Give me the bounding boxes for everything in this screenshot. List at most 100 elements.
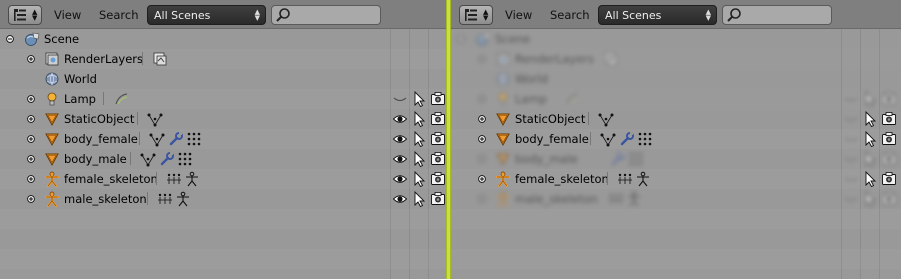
selectability-icon[interactable] [862,131,878,147]
wrench-icon[interactable] [168,131,184,147]
selectability-icon[interactable] [862,171,878,187]
search-input[interactable] [271,5,381,25]
expand-icon[interactable] [478,155,486,163]
visibility-icon[interactable] [392,131,408,147]
renderlayer-icon[interactable] [603,51,619,67]
vertex-groups-icon[interactable] [628,151,644,167]
mesh-data-icon[interactable] [149,131,165,147]
collapse-icon[interactable] [457,35,465,43]
selectability-icon[interactable] [411,111,427,127]
tree-row-male-skeleton[interactable]: male_skeleton [0,189,446,209]
pose-icon[interactable] [166,171,182,187]
expand-icon[interactable] [478,95,486,103]
expand-icon[interactable] [478,175,486,183]
wrench-icon[interactable] [619,131,635,147]
expand-icon[interactable] [27,55,35,63]
tree-row-renderlayers[interactable]: RenderLayers [451,49,901,69]
expand-icon[interactable] [27,175,35,183]
expand-icon[interactable] [478,195,486,203]
tree-row-female-skeleton[interactable]: female_skeleton [451,169,901,189]
renderability-icon[interactable] [881,151,897,167]
armature-data-icon[interactable] [635,171,651,187]
tree-row-lamp[interactable]: Lamp [0,89,446,109]
search-input[interactable] [722,5,832,25]
selectability-icon[interactable] [411,171,427,187]
view-menu[interactable]: View [505,8,532,22]
renderability-icon[interactable] [430,91,446,107]
renderability-icon[interactable] [881,91,897,107]
armature-data-icon[interactable] [175,191,191,207]
visibility-off-icon[interactable] [843,171,859,187]
armature-data-icon[interactable] [184,171,200,187]
renderability-icon[interactable] [881,131,897,147]
tree-row-world[interactable]: World [0,69,446,89]
visibility-off-icon[interactable] [392,91,408,107]
renderability-icon[interactable] [430,131,446,147]
lamp-data-icon[interactable] [564,91,580,107]
mesh-data-icon[interactable] [598,111,614,127]
expand-icon[interactable] [27,115,35,123]
selectability-icon[interactable] [411,191,427,207]
view-menu[interactable]: View [54,8,81,22]
visibility-off-icon[interactable] [843,191,859,207]
tree-row-world[interactable]: World [451,69,901,89]
vertex-groups-icon[interactable] [637,131,653,147]
visibility-icon[interactable] [392,111,408,127]
editor-type-button[interactable]: ▲ ▼ [8,5,42,25]
vertex-groups-icon[interactable] [186,131,202,147]
renderability-icon[interactable] [430,171,446,187]
tree-row-body-male[interactable]: body_male [0,149,446,169]
expand-icon[interactable] [478,55,486,63]
pose-icon[interactable] [617,171,633,187]
wrench-icon[interactable] [159,151,175,167]
wrench-icon[interactable] [610,151,626,167]
tree-row-male-skeleton[interactable]: male_skeleton [451,189,901,209]
tree-row-body-female[interactable]: body_female [451,129,901,149]
selectability-icon[interactable] [862,111,878,127]
expand-icon[interactable] [478,135,486,143]
expand-icon[interactable] [27,135,35,143]
visibility-icon[interactable] [392,171,408,187]
vertex-groups-icon[interactable] [177,151,193,167]
renderlayer-icon[interactable] [152,51,168,67]
visibility-icon[interactable] [392,151,408,167]
armature-data-icon[interactable] [626,191,642,207]
mesh-data-icon[interactable] [140,151,156,167]
expand-icon[interactable] [27,155,35,163]
tree-row-body-male[interactable]: body_male [451,149,901,169]
mesh-data-icon[interactable] [600,131,616,147]
tree-row-scene[interactable]: Scene [0,29,446,49]
expand-icon[interactable] [27,195,35,203]
tree-row-lamp[interactable]: Lamp [451,89,901,109]
renderability-icon[interactable] [430,111,446,127]
expand-icon[interactable] [478,115,486,123]
visibility-off-icon[interactable] [843,151,859,167]
visibility-icon[interactable] [392,191,408,207]
visibility-off-icon[interactable] [843,91,859,107]
selectability-icon[interactable] [862,151,878,167]
selectability-icon[interactable] [411,91,427,107]
mesh-data-icon[interactable] [147,111,163,127]
search-menu[interactable]: Search [99,8,139,22]
editor-type-button[interactable]: ▲ ▼ [459,5,493,25]
visibility-off-icon[interactable] [843,111,859,127]
tree-row-body-female[interactable]: body_female [0,129,446,149]
search-menu[interactable]: Search [550,8,590,22]
renderability-icon[interactable] [881,191,897,207]
visibility-off-icon[interactable] [843,131,859,147]
renderability-icon[interactable] [881,111,897,127]
tree-row-staticobject[interactable]: StaticObject [451,109,901,129]
renderability-icon[interactable] [430,191,446,207]
selectability-icon[interactable] [862,191,878,207]
pose-icon[interactable] [608,191,624,207]
display-mode-select[interactable]: All Scenes ▲ ▼ [147,5,266,25]
selectability-icon[interactable] [862,91,878,107]
tree-row-female-skeleton[interactable]: female_skeleton [0,169,446,189]
pose-icon[interactable] [157,191,173,207]
selectability-icon[interactable] [411,151,427,167]
renderability-icon[interactable] [430,151,446,167]
tree-row-scene[interactable]: Scene [451,29,901,49]
collapse-icon[interactable] [6,35,14,43]
renderability-icon[interactable] [881,171,897,187]
tree-row-renderlayers[interactable]: RenderLayers [0,49,446,69]
